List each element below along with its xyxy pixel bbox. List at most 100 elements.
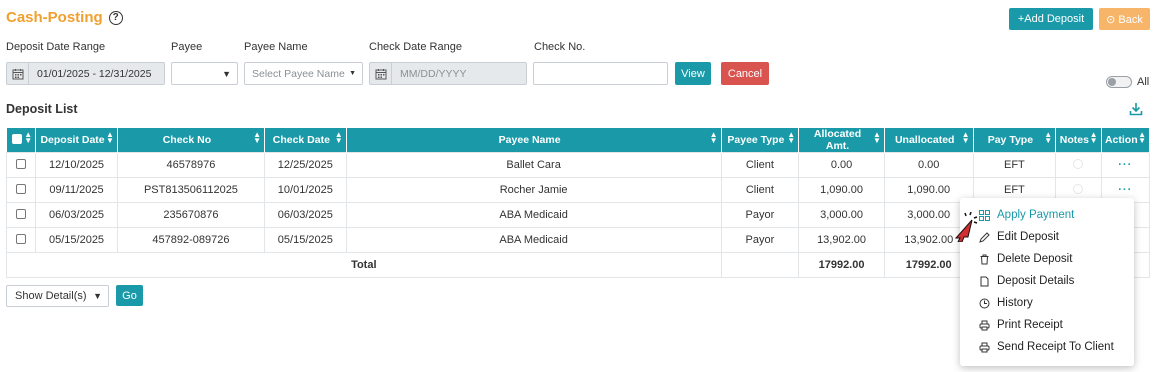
- column-header[interactable]: Check No ▲ ▼: [117, 128, 266, 153]
- more-options-icon[interactable]: ···: [1118, 159, 1132, 171]
- column-header[interactable]: Action ▲ ▼: [1101, 128, 1151, 153]
- notes-icon[interactable]: [1073, 183, 1084, 194]
- go-button[interactable]: Go: [116, 285, 143, 306]
- column-label: Check Date: [272, 134, 330, 146]
- action-cell[interactable]: ···: [1100, 152, 1151, 178]
- menu-item-label: Deposit Details: [997, 275, 1075, 287]
- column-header[interactable]: Payee Name ▲ ▼: [346, 128, 722, 153]
- row-checkbox[interactable]: [16, 233, 27, 244]
- menu-item-history[interactable]: History: [960, 292, 1134, 314]
- allocated-cell: 13,902.00: [798, 227, 885, 253]
- total-allocated: 17992.00: [798, 252, 885, 278]
- printer-icon: [979, 342, 990, 352]
- deposit-date-cell: 09/11/2025: [35, 177, 118, 203]
- menu-item-apply-payment[interactable]: Apply Payment: [960, 204, 1134, 226]
- sort-icon[interactable]: ▲ ▼: [335, 131, 343, 145]
- row-checkbox[interactable]: [16, 208, 27, 219]
- sort-icon[interactable]: ▲ ▼: [253, 131, 261, 145]
- view-button[interactable]: View: [675, 62, 711, 85]
- menu-item-edit-deposit[interactable]: Edit Deposit: [960, 226, 1134, 248]
- row-checkbox[interactable]: [16, 158, 27, 169]
- sort-icon[interactable]: ▲ ▼: [106, 131, 114, 145]
- cursor-click-icon: [954, 212, 978, 242]
- check-no-input[interactable]: [533, 62, 668, 85]
- payee-label: Payee: [171, 41, 203, 53]
- menu-item-delete-deposit[interactable]: Delete Deposit: [960, 248, 1134, 270]
- action-menu: Apply Payment Edit Deposit Delete Deposi…: [960, 198, 1134, 366]
- check-date-cell: 05/15/2025: [264, 227, 347, 253]
- menu-item-label: Edit Deposit: [997, 231, 1060, 243]
- check-no-label: Check No.: [534, 41, 586, 53]
- toggle-knob: [1108, 78, 1116, 86]
- column-header[interactable]: Check Date ▲ ▼: [264, 128, 347, 153]
- calendar-icon: [7, 63, 29, 84]
- notes-icon[interactable]: [1073, 158, 1084, 169]
- check-no-cell: 46578976: [116, 152, 266, 178]
- trash-icon: [980, 254, 989, 264]
- column-label: Notes: [1059, 134, 1089, 146]
- select-all-header[interactable]: ▲ ▼: [6, 128, 37, 153]
- all-toggle-label: All: [1137, 76, 1150, 88]
- check-date-range-label: Check Date Range: [369, 41, 462, 53]
- allocated-cell: 0.00: [798, 152, 885, 178]
- clock-icon: [979, 298, 990, 308]
- pay-type-cell: EFT: [972, 152, 1057, 178]
- row-checkbox-cell[interactable]: [5, 152, 37, 178]
- back-button[interactable]: ⊙ Back: [1099, 8, 1150, 30]
- column-header[interactable]: Payee Type ▲ ▼: [721, 128, 800, 153]
- sort-icon[interactable]: ▲ ▼: [787, 131, 795, 145]
- payee-name-label: Payee Name: [244, 41, 308, 53]
- sort-icon[interactable]: ▲ ▼: [962, 131, 970, 145]
- add-deposit-button[interactable]: +Add Deposit: [1009, 8, 1093, 30]
- check-no-cell: PST813506112025: [116, 177, 266, 203]
- all-toggle[interactable]: [1106, 76, 1132, 88]
- sort-icon[interactable]: ▲ ▼: [1044, 131, 1052, 145]
- payee-type-cell: Payor: [720, 202, 800, 228]
- column-header[interactable]: Deposit Date ▲ ▼: [35, 128, 118, 153]
- menu-item-label: Print Receipt: [997, 319, 1063, 331]
- more-options-icon[interactable]: ···: [1118, 184, 1132, 196]
- page-title: Cash-Posting ?: [6, 9, 123, 26]
- payee-type-cell: Payor: [720, 227, 800, 253]
- sort-icon[interactable]: ▲ ▼: [1090, 131, 1098, 145]
- deposit-date-cell: 05/15/2025: [35, 227, 118, 253]
- row-checkbox-cell[interactable]: [5, 177, 37, 203]
- sort-icon[interactable]: ▲ ▼: [1138, 131, 1146, 145]
- column-label: Unallocated: [894, 134, 955, 146]
- payee-name-cell: ABA Medicaid: [345, 202, 722, 228]
- payee-select[interactable]: ▼: [171, 62, 238, 85]
- menu-item-print-receipt[interactable]: Print Receipt: [960, 314, 1134, 336]
- row-checkbox-cell[interactable]: [5, 202, 37, 228]
- payee-type-cell: Client: [720, 177, 800, 203]
- select-all-checkbox[interactable]: [11, 133, 22, 144]
- payee-name-select[interactable]: Select Payee Name ▼: [244, 62, 363, 85]
- table-header-row: ▲ ▼ Deposit Date ▲ ▼ Check No ▲ ▼ Check Date ▲…: [6, 128, 1151, 153]
- menu-item-deposit-details[interactable]: Deposit Details: [960, 270, 1134, 292]
- question-circle-icon[interactable]: ?: [108, 10, 123, 25]
- payee-name-cell: Rocher Jamie: [345, 177, 722, 203]
- deposit-list-title: Deposit List: [6, 102, 78, 116]
- check-no-cell: 457892-089726: [116, 227, 266, 253]
- row-checkbox[interactable]: [16, 183, 27, 194]
- deposit-date-cell: 06/03/2025: [35, 202, 118, 228]
- column-label: Deposit Date: [40, 134, 105, 146]
- sort-icon[interactable]: ▲ ▼: [24, 131, 32, 145]
- column-header[interactable]: Pay Type ▲ ▼: [973, 128, 1057, 153]
- check-date-range-field[interactable]: MM/DD/YYYY: [369, 62, 527, 85]
- check-date-cell: 10/01/2025: [264, 177, 347, 203]
- column-header[interactable]: Notes ▲ ▼: [1055, 128, 1102, 153]
- cancel-button[interactable]: Cancel: [721, 62, 769, 85]
- menu-item-send-receipt[interactable]: Send Receipt To Client: [960, 336, 1134, 358]
- column-header[interactable]: Unallocated ▲ ▼: [884, 128, 974, 153]
- deposit-date-range-field[interactable]: 01/01/2025 - 12/31/2025: [6, 62, 165, 85]
- sort-icon[interactable]: ▲ ▼: [710, 131, 718, 145]
- sort-icon[interactable]: ▲ ▼: [873, 131, 881, 145]
- download-icon[interactable]: [1129, 102, 1143, 116]
- column-label: Check No: [162, 134, 212, 146]
- unallocated-cell: 0.00: [883, 152, 974, 178]
- row-checkbox-cell[interactable]: [5, 227, 37, 253]
- show-details-select[interactable]: Show Detail(s) ▼: [6, 285, 109, 307]
- show-details-value: Show Detail(s): [15, 290, 87, 302]
- deposit-date-cell: 12/10/2025: [35, 152, 118, 178]
- column-header[interactable]: Allocated Amt. ▲ ▼: [798, 128, 885, 153]
